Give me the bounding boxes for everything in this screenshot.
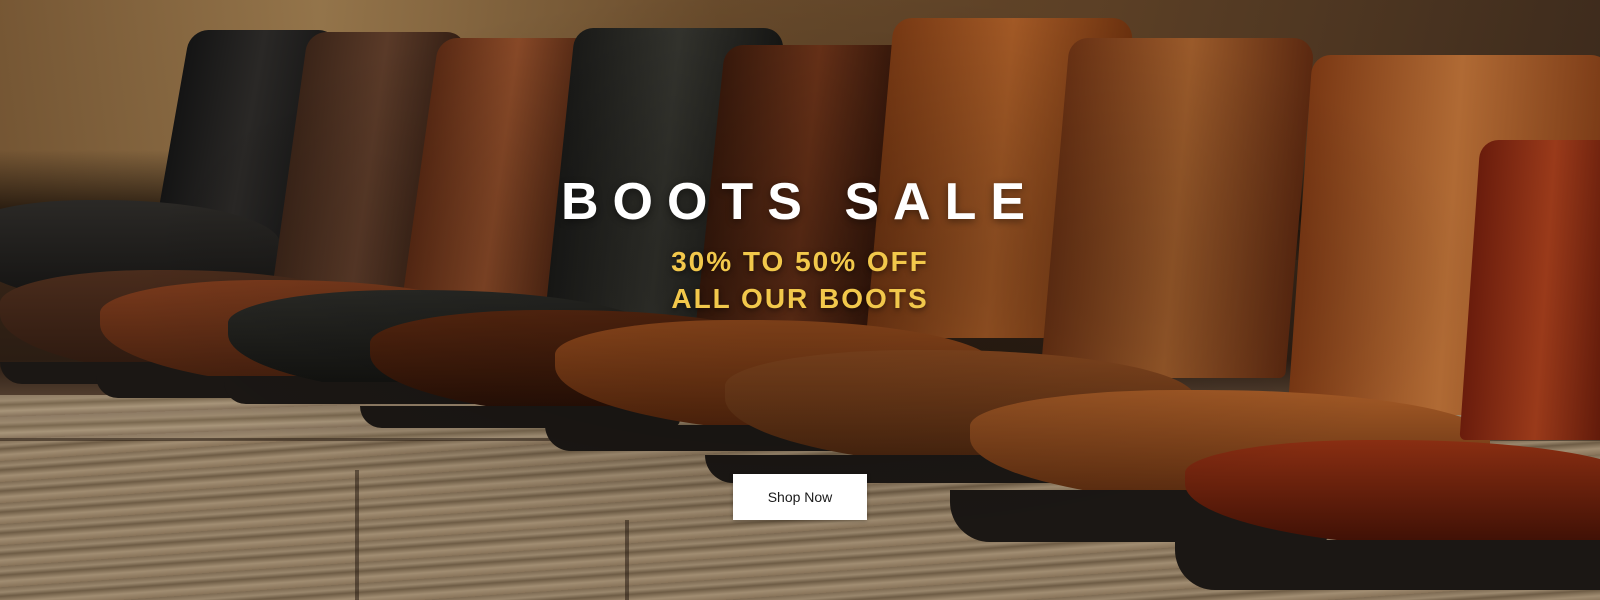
- hero-content: BOOTS SALE 30% TO 50% OFF ALL OUR BOOTS …: [0, 0, 1600, 600]
- hero-title: BOOTS SALE: [560, 173, 1040, 231]
- hero-banner: BOOTS SALE 30% TO 50% OFF ALL OUR BOOTS …: [0, 0, 1600, 600]
- hero-subtitle-discount: 30% TO 50% OFF: [671, 246, 929, 277]
- hero-subtitle-scope: ALL OUR BOOTS: [671, 283, 929, 314]
- shop-now-button[interactable]: Shop Now: [733, 474, 867, 520]
